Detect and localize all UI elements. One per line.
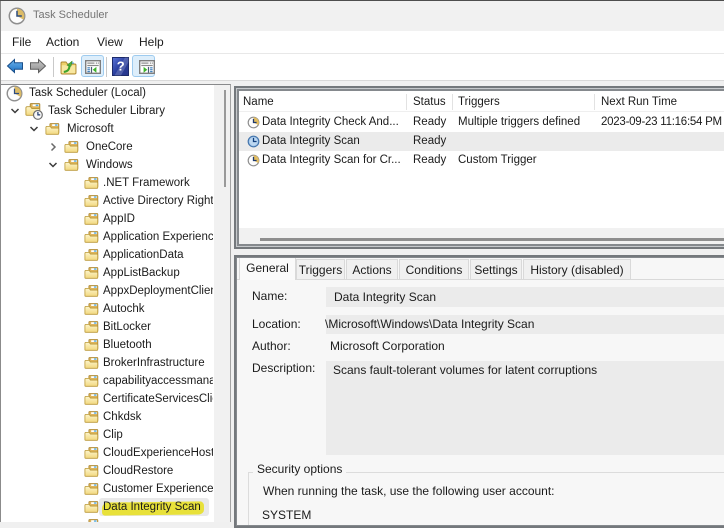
svg-text:?: ?: [117, 59, 125, 74]
